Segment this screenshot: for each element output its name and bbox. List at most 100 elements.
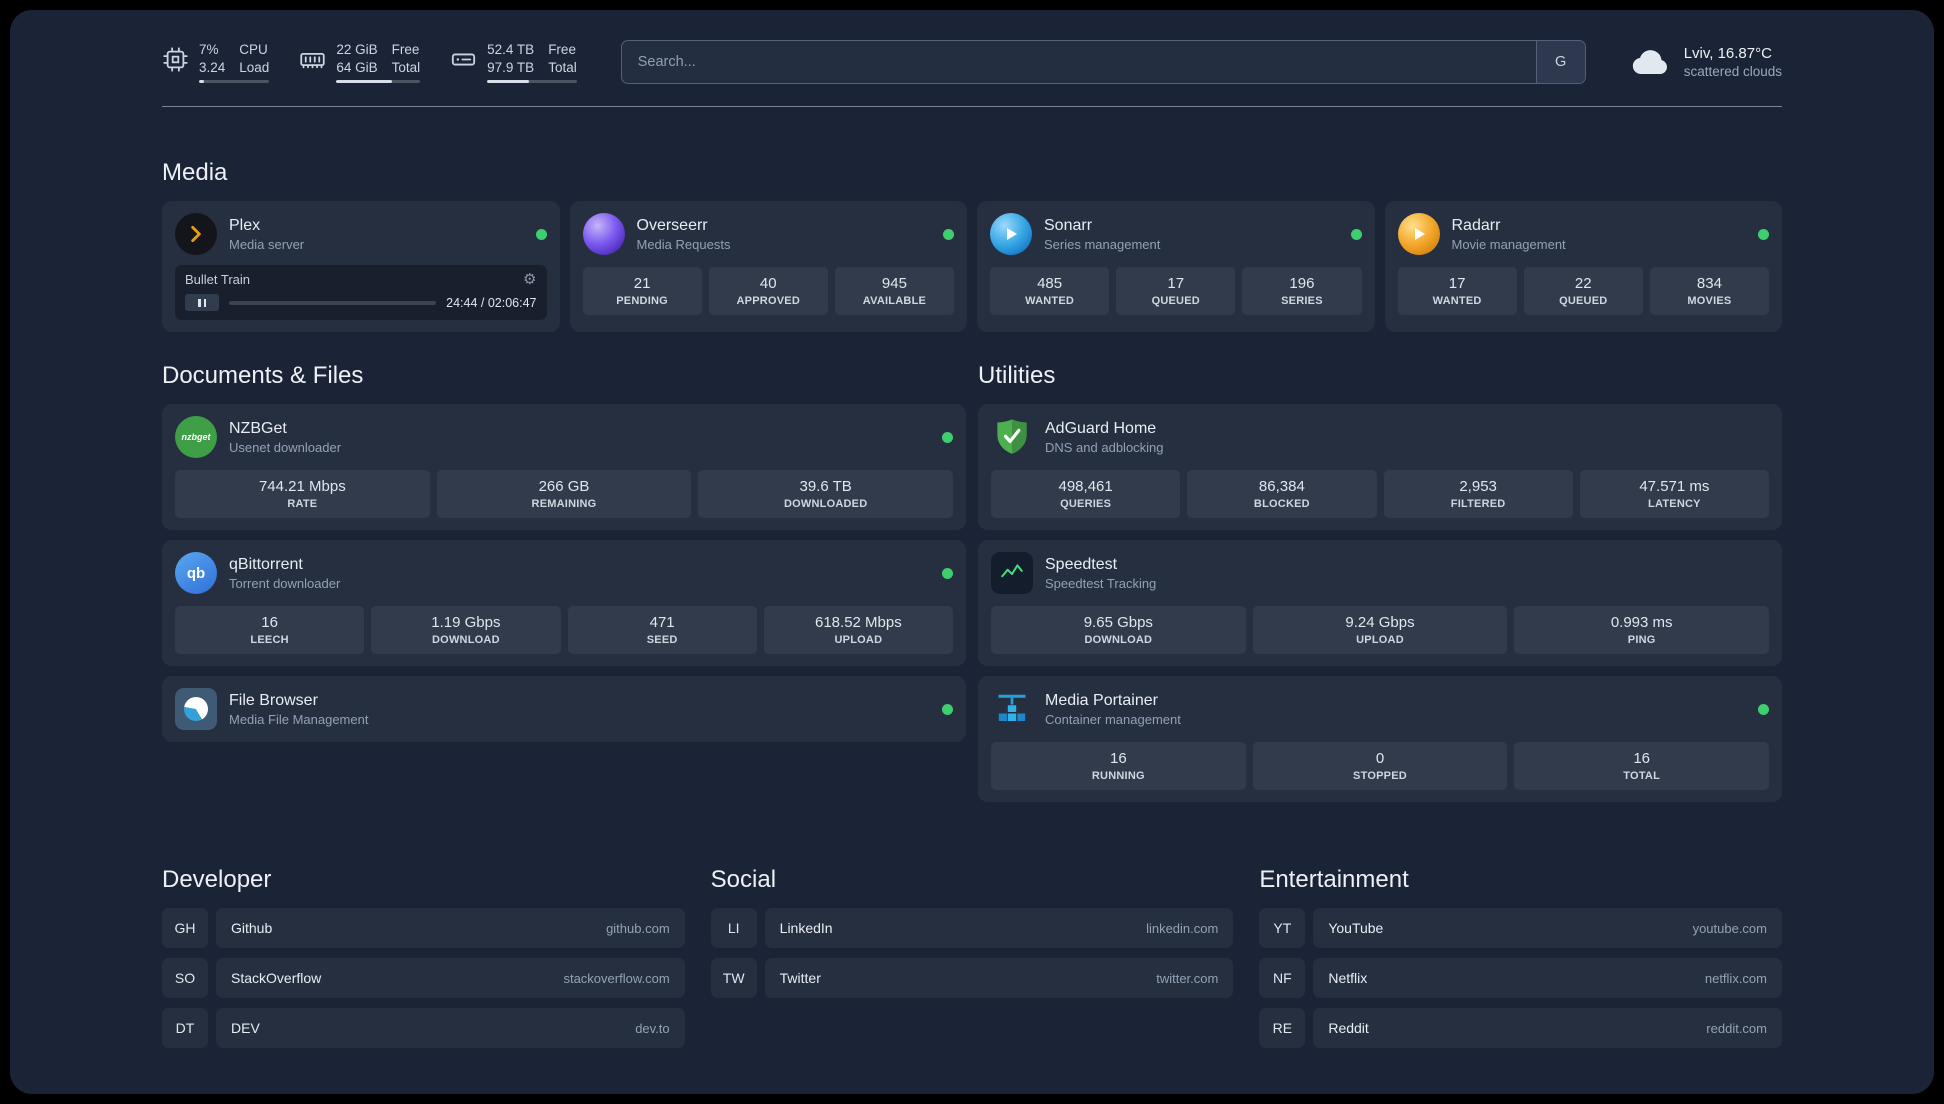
stat-label: FILTERED	[1450, 498, 1506, 510]
service-name: qBittorrent	[229, 555, 303, 573]
entertainment-heading: Entertainment	[1259, 866, 1409, 893]
developer-heading: Developer	[162, 866, 272, 893]
bookmark-stackoverflow[interactable]: SO StackOverflow stackoverflow.com	[162, 958, 685, 998]
bookmark-abbr: RE	[1259, 1008, 1306, 1048]
status-dot	[942, 567, 953, 579]
sonarr-icon	[990, 213, 1032, 255]
service-card-plex[interactable]: Plex Media server Bullet Train ⚙ 24:44 /…	[162, 201, 560, 332]
stat-wanted: 17 WANTED	[1397, 267, 1517, 315]
stat-value: 16	[1633, 750, 1651, 767]
utilities-heading: Utilities	[978, 362, 1056, 389]
bookmark-reddit[interactable]: RE Reddit reddit.com	[1259, 1008, 1782, 1048]
weather-location: Lviv, 16.87°C	[1683, 45, 1772, 62]
stat-value: 1.19 Gbps	[431, 614, 501, 631]
dashboard-window: 7% 3.24 CPU Load 22 GiB 64 GiB Free Tota…	[10, 10, 1934, 1094]
bookmark-linkedin[interactable]: LI LinkedIn linkedin.com	[710, 908, 1234, 948]
service-card-radarr[interactable]: Radarr Movie management 17 WANTED 22 QUE…	[1384, 201, 1782, 332]
stat-value: 47.571 ms	[1639, 478, 1710, 495]
bookmark-name: DEV	[231, 1020, 260, 1036]
disk-total-value: 97.9 TB	[487, 59, 535, 75]
stat-available: 945 AVAILABLE	[834, 267, 955, 315]
service-card-qbittorrent[interactable]: qb qBittorrent Torrent downloader 16 LEE…	[162, 540, 966, 666]
stat-value: 22	[1574, 275, 1592, 292]
stat-value: 0	[1375, 750, 1385, 767]
bookmark-domain: linkedin.com	[1146, 920, 1219, 936]
stat-label: UPLOAD	[1356, 634, 1404, 646]
search-provider-button[interactable]: G	[1535, 41, 1585, 83]
disk-drive-icon	[450, 46, 477, 78]
search-bar: G	[620, 40, 1586, 84]
search-input[interactable]	[621, 41, 1536, 83]
bookmark-domain: dev.to	[635, 1020, 670, 1036]
service-name: File Browser	[229, 691, 318, 709]
stat-label: REMAINING	[531, 498, 597, 510]
radarr-icon	[1397, 213, 1440, 255]
service-card-adguard[interactable]: AdGuard Home DNS and adblocking 498,461 …	[978, 404, 1782, 530]
stat-upload: 9.24 Gbps UPLOAD	[1252, 606, 1508, 654]
stat-queries: 498,461 QUERIES	[991, 470, 1181, 518]
disk-usage-bar-fill	[487, 80, 530, 84]
bookmark-abbr: LI	[710, 908, 757, 948]
stat-label: LEECH	[250, 634, 289, 646]
stat-label: PENDING	[616, 295, 668, 307]
memory-ram-icon	[299, 46, 326, 78]
pause-bar-icon	[198, 298, 201, 307]
gear-icon[interactable]: ⚙	[523, 272, 536, 287]
stat-label: PING	[1627, 634, 1656, 646]
stat-value: 744.21 Mbps	[258, 478, 346, 495]
topbar-divider	[162, 106, 1782, 107]
stat-label: DOWNLOADED	[783, 498, 868, 510]
memory-free-value: 22 GiB	[336, 41, 378, 57]
stat-remaining: 266 GB REMAINING	[436, 470, 692, 518]
stat-stopped: 0 STOPPED	[1252, 742, 1508, 790]
cpu-chip-icon	[162, 46, 189, 78]
stat-value: 2,953	[1459, 478, 1497, 495]
bookmark-twitter[interactable]: TW Twitter twitter.com	[710, 958, 1234, 998]
disk-free-label: Free	[548, 41, 576, 57]
service-card-speedtest[interactable]: Speedtest Speedtest Tracking 9.65 Gbps D…	[978, 540, 1782, 666]
bookmark-name: LinkedIn	[779, 920, 833, 936]
bookmark-github[interactable]: GH Github github.com	[162, 908, 685, 948]
service-subtitle: Speedtest Tracking	[1045, 575, 1157, 591]
stat-leech: 16 LEECH	[175, 606, 365, 654]
stat-label: QUEUED	[1151, 295, 1200, 307]
stat-value: 9.65 Gbps	[1083, 614, 1153, 631]
speedtest-graph-icon	[991, 552, 1033, 594]
section-documents-files: Documents & Files nzbget NZBGet Usenet d…	[162, 362, 966, 752]
cpu-load-label: Load	[239, 59, 270, 75]
stat-value: 9.24 Gbps	[1345, 614, 1415, 631]
service-card-nzbget[interactable]: nzbget NZBGet Usenet downloader 744.21 M…	[162, 404, 966, 530]
bookmark-youtube[interactable]: YT YouTube youtube.com	[1259, 908, 1782, 948]
service-card-overseerr[interactable]: Overseerr Media Requests 21 PENDING 40 A…	[569, 201, 967, 332]
stat-value: 86,384	[1258, 478, 1305, 495]
stat-movies: 834 MOVIES	[1649, 267, 1770, 315]
bookmark-group-entertainment: Entertainment YT YouTube youtube.com NF …	[1259, 866, 1782, 1058]
service-card-portainer[interactable]: Media Portainer Container management 16 …	[978, 676, 1782, 802]
stat-blocked: 86,384 BLOCKED	[1187, 470, 1377, 518]
service-name: NZBGet	[229, 419, 287, 437]
stat-seed: 471 SEED	[567, 606, 757, 654]
cpu-usage-bar-fill	[199, 80, 204, 84]
stat-label: SEED	[646, 634, 678, 646]
portainer-crane-icon	[991, 688, 1033, 730]
stat-running: 16 RUNNING	[991, 742, 1246, 790]
stat-value: 618.52 Mbps	[815, 614, 902, 631]
service-card-sonarr[interactable]: Sonarr Series management 485 WANTED 17 Q…	[977, 201, 1375, 332]
bookmark-netflix[interactable]: NF Netflix netflix.com	[1259, 958, 1782, 998]
service-name: Overseerr	[636, 216, 708, 234]
service-subtitle: Media File Management	[229, 711, 369, 727]
pause-button[interactable]	[185, 294, 219, 311]
bookmark-abbr: NF	[1259, 958, 1306, 998]
cpu-load-value: 3.24	[199, 59, 226, 75]
stat-label: WANTED	[1432, 295, 1482, 307]
playback-time: 24:44 / 02:06:47	[446, 295, 537, 310]
memory-usage-bar-fill	[336, 80, 392, 84]
memory-free-label: Free	[391, 41, 420, 57]
playback-progress-bar[interactable]	[229, 300, 437, 305]
qbittorrent-icon: qb	[175, 552, 217, 594]
bookmark-dev[interactable]: DT DEV dev.to	[162, 1008, 685, 1048]
service-card-filebrowser[interactable]: File Browser Media File Management	[162, 676, 966, 742]
stat-label: STOPPED	[1353, 770, 1407, 782]
stat-value: 834	[1696, 275, 1722, 292]
filebrowser-disc-icon	[184, 697, 208, 721]
